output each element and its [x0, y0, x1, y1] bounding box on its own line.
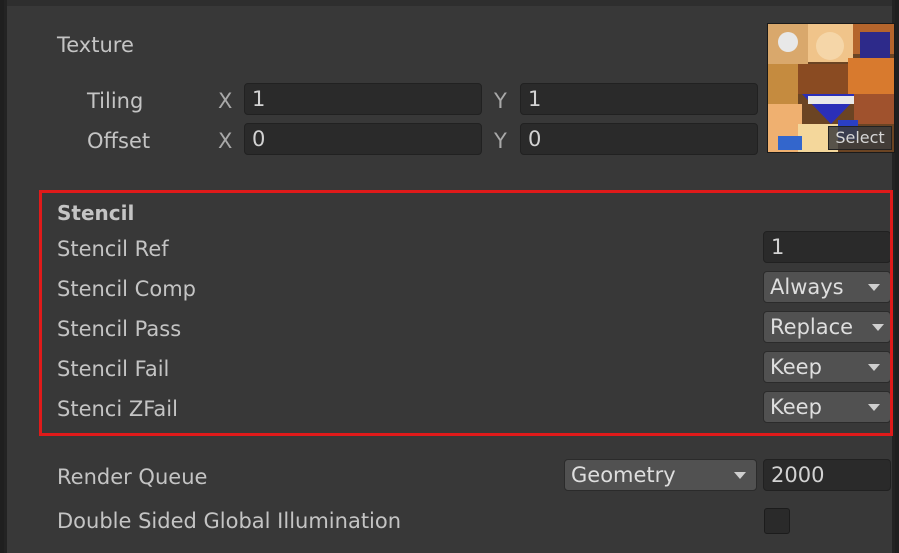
stencil-highlight-box: [39, 190, 893, 436]
offset-y-field[interactable]: 0: [520, 123, 758, 155]
double-sided-gi-label: Double Sided Global Illumination: [57, 509, 402, 533]
tiling-x-label: X: [218, 89, 233, 113]
render-queue-mode: Geometry: [571, 463, 676, 487]
select-texture-button[interactable]: Select: [828, 126, 892, 150]
offset-y-label: Y: [494, 129, 507, 153]
render-queue-dropdown[interactable]: Geometry: [564, 459, 757, 491]
offset-x-field[interactable]: 0: [244, 123, 482, 155]
tiling-x-field[interactable]: 1: [244, 83, 482, 115]
tiling-y-field[interactable]: 1: [520, 83, 758, 115]
chevron-down-icon: [734, 472, 746, 479]
top-border: [7, 0, 892, 6]
offset-x-label: X: [218, 129, 233, 153]
texture-thumbnail[interactable]: Select: [767, 23, 895, 153]
tiling-y-label: Y: [494, 89, 507, 113]
render-queue-label: Render Queue: [57, 465, 208, 489]
tiling-label: Tiling: [87, 89, 144, 113]
texture-label: Texture: [57, 33, 134, 57]
material-inspector-panel: Texture Tiling X 1 Y 1 Offset X 0 Y 0 Se…: [4, 0, 895, 553]
double-sided-gi-checkbox[interactable]: [764, 508, 790, 534]
offset-label: Offset: [87, 129, 151, 153]
render-queue-value-field[interactable]: 2000: [763, 459, 891, 491]
